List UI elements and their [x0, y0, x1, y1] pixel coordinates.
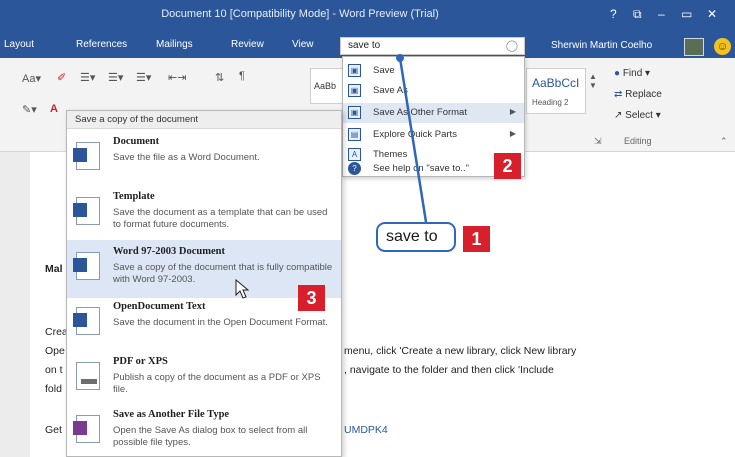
callout-line [398, 57, 428, 223]
mouse-cursor-icon [235, 278, 250, 299]
step-badge-2: 2 [494, 153, 521, 179]
step-badge-3: 3 [298, 285, 325, 311]
callout-dot [396, 54, 404, 62]
step-badge-1: 1 [463, 226, 490, 252]
callout-pointer [235, 54, 428, 299]
callout-text: save to [386, 228, 438, 245]
word-window: Document 10 [Compatibility Mode] - Word … [0, 0, 735, 457]
search-callout: save to [376, 222, 456, 252]
